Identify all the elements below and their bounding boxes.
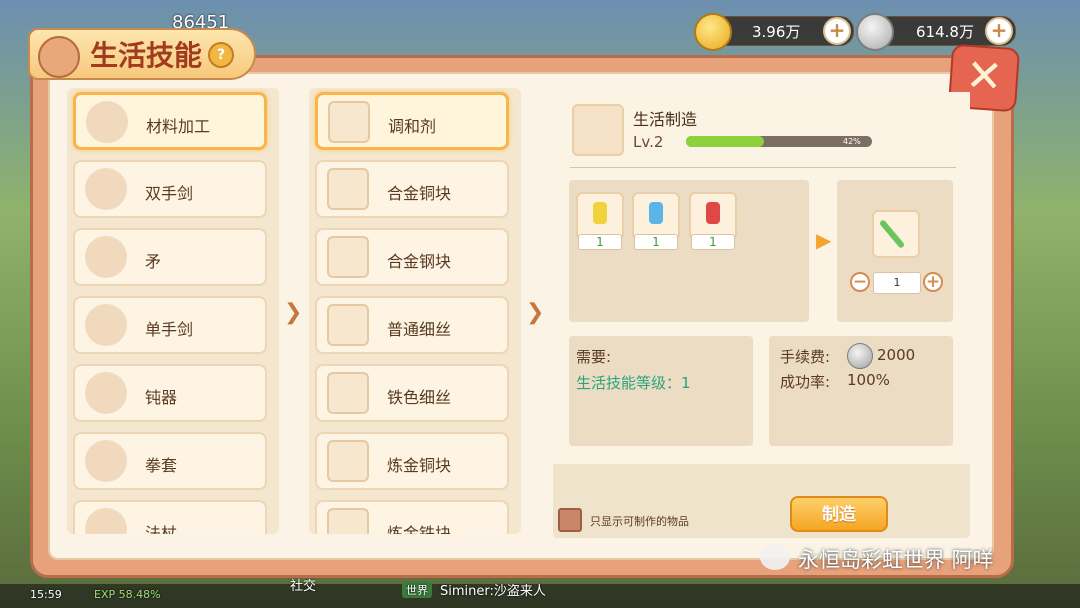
craft-button[interactable]: 制造 xyxy=(790,496,888,532)
quantity-increase-button[interactable]: + xyxy=(923,272,943,292)
recipe-label: 调和剂 xyxy=(388,117,437,136)
material-count: 1 xyxy=(634,234,678,250)
alchemy-iron-icon xyxy=(327,508,369,534)
chevron-right-icon: ❯ xyxy=(284,300,303,325)
craftable-only-checkbox[interactable] xyxy=(558,508,582,532)
recipe-label: 普通细丝 xyxy=(387,320,452,339)
chat-channel: 世界 xyxy=(402,582,432,598)
blue-potion-icon xyxy=(649,202,663,224)
iron-wire-icon xyxy=(327,372,369,414)
staff-icon xyxy=(85,508,127,534)
category-list[interactable]: 材料加工 双手剑 矛 单手剑 钝器 拳套 法杖 xyxy=(67,88,279,534)
chevron-right-icon: ▶ xyxy=(816,228,832,252)
ingot-icon xyxy=(86,101,128,143)
skill-level: Lv.2 xyxy=(633,133,664,151)
category-item[interactable]: 双手剑 xyxy=(73,160,267,218)
gauntlet-icon xyxy=(85,440,127,482)
greatsword-icon xyxy=(85,168,127,210)
category-item[interactable]: 材料加工 xyxy=(73,92,267,150)
requirement-value: 生活技能等级：1 xyxy=(576,374,691,392)
recipe-item[interactable]: 普通细丝 xyxy=(315,296,509,354)
category-label: 双手剑 xyxy=(145,184,194,203)
recipe-label: 合金钢块 xyxy=(387,252,452,271)
wechat-icon xyxy=(760,544,790,570)
chat-message[interactable]: Siminer:沙盗来人 xyxy=(440,580,546,599)
recipe-item[interactable]: 铁色细丝 xyxy=(315,364,509,422)
material-count: 1 xyxy=(578,234,622,250)
recipe-label: 炼金铁块 xyxy=(387,524,452,534)
sword-icon xyxy=(85,304,127,346)
category-label: 单手剑 xyxy=(145,320,194,339)
category-item[interactable]: 拳套 xyxy=(73,432,267,490)
skill-progress-fill xyxy=(686,136,765,147)
recipe-list[interactable]: 调和剂 合金铜块 合金钢块 普通细丝 铁色细丝 炼金铜块 炼金铁块 xyxy=(309,88,521,534)
recipe-label: 合金铜块 xyxy=(387,184,452,203)
chevron-right-icon: ❯ xyxy=(526,300,545,325)
craftable-only-label: 只显示可制作的物品 xyxy=(590,515,689,528)
ingot-icon xyxy=(572,104,624,156)
alchemy-copper-icon xyxy=(327,440,369,482)
recipe-item[interactable]: 调和剂 xyxy=(315,92,509,150)
category-item[interactable]: 法杖 xyxy=(73,500,267,534)
recipe-item[interactable]: 合金铜块 xyxy=(315,160,509,218)
potion-stick-icon xyxy=(328,101,370,143)
recipe-label: 铁色细丝 xyxy=(387,388,452,407)
category-label: 矛 xyxy=(145,252,162,271)
recipe-label: 炼金铜块 xyxy=(387,456,452,475)
spear-icon xyxy=(85,236,127,278)
skill-name: 生活制造 xyxy=(633,110,698,129)
red-potion-icon xyxy=(706,202,720,224)
material-count: 1 xyxy=(691,234,735,250)
category-item[interactable]: 钝器 xyxy=(73,364,267,422)
skill-progress-label: 42% xyxy=(843,137,861,146)
category-label: 材料加工 xyxy=(146,117,211,136)
silver-amount: 614.8万 xyxy=(916,23,974,41)
panel-title: 生活技能 xyxy=(90,39,203,72)
recipe-item[interactable]: 炼金铜块 xyxy=(315,432,509,490)
copper-block-icon xyxy=(327,168,369,210)
steel-block-icon xyxy=(327,236,369,278)
fee-value: 2000 xyxy=(877,346,916,364)
success-label: 成功率: xyxy=(780,373,831,391)
gold-amount: 3.96万 xyxy=(752,23,801,41)
wire-icon xyxy=(327,304,369,346)
watermark-text: 永恒岛彩虹世界 阿咩 xyxy=(798,548,994,572)
success-value: 100% xyxy=(847,371,890,389)
add-gold-button[interactable]: + xyxy=(823,17,851,45)
divider xyxy=(570,167,956,168)
recipe-item[interactable]: 合金钢块 xyxy=(315,228,509,286)
exp-text: EXP 58.48% xyxy=(94,588,161,601)
clock: 15:59 xyxy=(30,588,62,601)
yellow-potion-icon xyxy=(593,202,607,224)
quantity-decrease-button[interactable]: − xyxy=(850,272,870,292)
category-label: 法杖 xyxy=(145,524,178,534)
category-label: 钝器 xyxy=(145,388,178,407)
recipe-item[interactable]: 炼金铁块 xyxy=(315,500,509,534)
help-icon[interactable]: ? xyxy=(208,42,234,68)
silver-coin-icon xyxy=(856,13,894,51)
anvil-icon xyxy=(38,36,80,78)
fee-label: 手续费: xyxy=(780,348,831,366)
quantity-input[interactable]: 1 xyxy=(873,272,921,294)
category-item[interactable]: 单手剑 xyxy=(73,296,267,354)
gold-coin-icon xyxy=(694,13,732,51)
category-item[interactable]: 矛 xyxy=(73,228,267,286)
add-silver-button[interactable]: + xyxy=(985,17,1013,45)
category-label: 拳套 xyxy=(145,456,178,475)
hammer-icon xyxy=(85,372,127,414)
silver-coin-icon xyxy=(847,343,873,369)
requirement-label: 需要: xyxy=(576,348,612,366)
